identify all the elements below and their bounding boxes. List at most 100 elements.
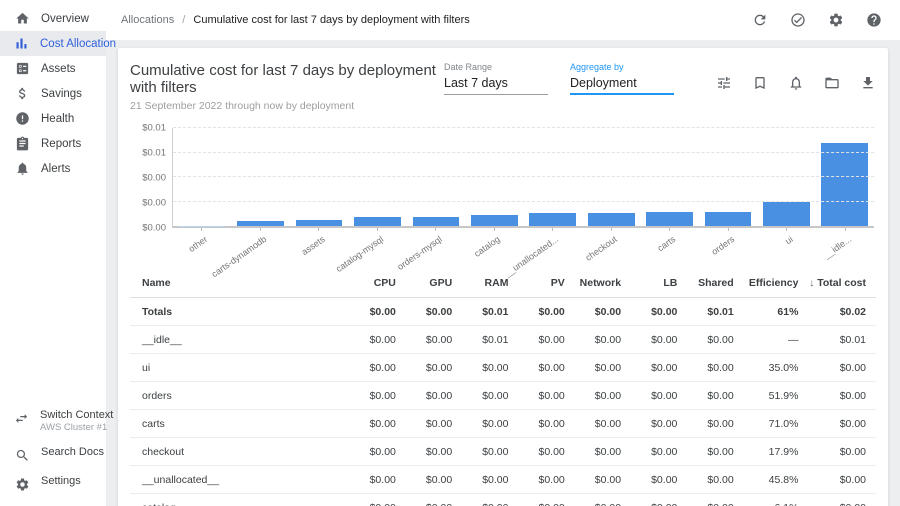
download-icon[interactable] [859, 74, 876, 91]
x-tick: assets [289, 228, 348, 266]
bookmark-icon[interactable] [751, 74, 768, 91]
column-header-name[interactable]: Name [130, 277, 350, 289]
column-header-total-cost[interactable]: ↓Total cost [808, 277, 876, 289]
sidebar-footer-settings[interactable]: Settings [0, 469, 106, 498]
column-header-shared[interactable]: Shared [687, 277, 743, 289]
column-header-label: Efficiency [749, 277, 799, 289]
bar-__idle[interactable] [821, 143, 868, 226]
aggregate-by-value[interactable]: Deployment [570, 72, 674, 95]
chart-plot-column: othercarts-dynamodbassetscatalog-mysqlor… [172, 128, 874, 266]
row-name: orders [130, 390, 350, 402]
column-header-efficiency[interactable]: Efficiency [744, 277, 809, 289]
column-header-label: LB [663, 277, 677, 289]
help-icon[interactable] [866, 12, 882, 28]
table-row-__unallocated__[interactable]: __unallocated__$0.00$0.00$0.00$0.00$0.00… [130, 466, 876, 494]
row-value: $0.00 [687, 446, 743, 458]
row-value: $0.00 [687, 502, 743, 506]
table-row-checkout[interactable]: checkout$0.00$0.00$0.00$0.00$0.00$0.00$0… [130, 438, 876, 466]
date-range-select[interactable]: Date Range Last 7 days [444, 62, 548, 95]
row-value: $0.00 [518, 306, 574, 318]
column-header-gpu[interactable]: GPU [406, 277, 462, 289]
folder-icon[interactable] [823, 74, 840, 91]
row-name: __unallocated__ [130, 474, 350, 486]
breadcrumb-allocations-link[interactable]: Allocations [121, 14, 174, 26]
bell-icon[interactable] [787, 74, 804, 91]
refresh-icon[interactable] [752, 12, 768, 28]
table-row-orders[interactable]: orders$0.00$0.00$0.00$0.00$0.00$0.00$0.0… [130, 382, 876, 410]
aggregate-by-select[interactable]: Aggregate by Deployment [570, 62, 674, 95]
sidebar-item-health[interactable]: Health [0, 106, 106, 131]
row-value: $0.01 [462, 334, 518, 346]
row-value: $0.00 [406, 362, 462, 374]
x-tick: carts [640, 228, 699, 266]
row-value: 17.9% [744, 446, 809, 458]
row-value: $0.00 [350, 474, 406, 486]
sidebar-footer-search-docs[interactable]: Search Docs [0, 440, 106, 469]
breadcrumb-separator: / [182, 14, 185, 26]
sidebar-item-label: Savings [41, 88, 82, 100]
bar-slot [290, 128, 348, 226]
column-header-label: GPU [429, 277, 452, 289]
bar-orders[interactable] [705, 212, 752, 226]
row-value: $0.00 [575, 446, 631, 458]
bar-catalog-mysql[interactable] [354, 217, 401, 227]
sidebar-item-label: Health [41, 113, 74, 125]
table-row-__idle__[interactable]: __idle__$0.00$0.00$0.01$0.00$0.00$0.00$0… [130, 326, 876, 354]
column-header-pv[interactable]: PV [518, 277, 574, 289]
row-value: $0.00 [462, 502, 518, 506]
column-header-cpu[interactable]: CPU [350, 277, 406, 289]
bar-assets[interactable] [296, 220, 343, 227]
table-row-ui[interactable]: ui$0.00$0.00$0.00$0.00$0.00$0.00$0.0035.… [130, 354, 876, 382]
check-circle-icon[interactable] [790, 12, 806, 28]
row-value: $0.00 [575, 418, 631, 430]
bar-other[interactable] [179, 226, 226, 227]
row-value: $0.00 [687, 418, 743, 430]
bar-carts-dynamodb[interactable] [237, 221, 284, 227]
page-title: Cumulative cost for last 7 days by deplo… [130, 62, 444, 96]
topbar-icons [730, 12, 882, 28]
x-tick-label: other [187, 234, 210, 254]
row-value: — [744, 334, 809, 346]
bar-checkout[interactable] [588, 213, 635, 226]
bar-catalog[interactable] [471, 215, 518, 226]
date-range-value[interactable]: Last 7 days [444, 72, 548, 95]
row-value: $0.00 [687, 334, 743, 346]
report-subtitle: 21 September 2022 through now by deploym… [130, 100, 444, 112]
report-header: Cumulative cost for last 7 days by deplo… [130, 62, 876, 112]
column-header-network[interactable]: Network [575, 277, 631, 289]
column-header-label: PV [551, 277, 565, 289]
report-card: Cumulative cost for last 7 days by deplo… [118, 48, 888, 506]
sidebar-item-savings[interactable]: Savings [0, 81, 106, 106]
sidebar-item-label: Reports [41, 138, 81, 150]
table-row-totals[interactable]: Totals$0.00$0.00$0.01$0.00$0.00$0.00$0.0… [130, 298, 876, 326]
tune-icon[interactable] [715, 74, 732, 91]
sidebar-item-reports[interactable]: Reports [0, 131, 106, 156]
gear-icon[interactable] [828, 12, 844, 28]
sidebar-item-label: Assets [41, 63, 76, 75]
table-row-catalog[interactable]: catalog$0.00$0.00$0.00$0.00$0.00$0.00$0.… [130, 494, 876, 506]
bar-__unallocated[interactable] [529, 213, 576, 226]
sidebar-footer-switch-context[interactable]: Switch ContextAWS Cluster #1 [0, 403, 106, 440]
sidebar-item-overview[interactable]: Overview [0, 6, 106, 31]
row-value: $0.00 [518, 390, 574, 402]
row-value: $0.00 [575, 474, 631, 486]
row-value: $0.00 [687, 362, 743, 374]
report-title-block: Cumulative cost for last 7 days by deplo… [130, 62, 444, 112]
column-header-ram[interactable]: RAM [462, 277, 518, 289]
row-value: $0.00 [518, 502, 574, 506]
row-value: $0.00 [406, 418, 462, 430]
row-value: $0.00 [406, 446, 462, 458]
sidebar-item-assets[interactable]: Assets [0, 56, 106, 81]
sidebar-item-alerts[interactable]: Alerts [0, 156, 106, 181]
sidebar-item-cost-allocation[interactable]: Cost Allocation [0, 31, 106, 56]
column-header-lb[interactable]: LB [631, 277, 687, 289]
row-name: catalog [130, 502, 350, 506]
row-value: $0.00 [631, 446, 687, 458]
bar-ui[interactable] [763, 202, 810, 226]
allocation-table: NameCPU GPU RAM PV Network LB Shared Efficiency… [130, 268, 876, 506]
column-header-label: RAM [485, 277, 509, 289]
bar-carts[interactable] [646, 212, 693, 226]
bar-orders-mysql[interactable] [413, 217, 460, 227]
x-tick-label: ui [783, 234, 794, 246]
table-row-carts[interactable]: carts$0.00$0.00$0.00$0.00$0.00$0.00$0.00… [130, 410, 876, 438]
